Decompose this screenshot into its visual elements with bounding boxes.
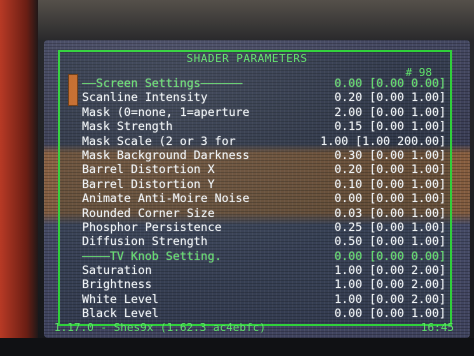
parameter-value: 1.00 [1.00 200.00] <box>320 133 446 148</box>
parameter-value: 0.03 [0.00 1.00] <box>334 205 446 220</box>
parameter-value: 1.00 [0.00 2.00] <box>334 291 446 306</box>
parameter-label: Animate Anti-Moire Noise <box>82 191 250 206</box>
parameter-label: Mask (0=none, 1=aperture <box>82 104 250 119</box>
parameter-value: 0.00 [0.00 0.00] <box>334 76 446 90</box>
parameter-row[interactable]: Barrel Distortion Y 0.10 [0.00 1.00] <box>82 177 448 191</box>
parameter-value: 0.00 [0.00 0.00] <box>334 248 446 263</box>
parameter-label: Diffusion Strength <box>82 234 208 249</box>
parameter-value: 0.20 [0.00 1.00] <box>334 162 446 177</box>
parameter-value: 0.10 [0.00 1.00] <box>334 176 446 191</box>
parameter-value: 0.20 [0.00 1.00] <box>334 90 446 105</box>
parameter-label: ————TV Knob Setting. <box>82 248 222 263</box>
menu-title: SHADER PARAMETERS <box>186 52 308 65</box>
shader-parameters-menu: SHADER PARAMETERS # 98 ——Screen Settings… <box>58 50 452 326</box>
parameter-row[interactable]: Barrel Distortion X 0.20 [0.00 1.00] <box>82 162 448 176</box>
parameter-label: Mask Scale (2 or 3 for <box>82 133 236 148</box>
parameter-row[interactable]: Animate Anti-Moire Noise 0.00 [0.00 1.00] <box>82 191 448 205</box>
parameter-label: ——Screen Settings—————— <box>82 76 243 90</box>
parameter-list: ——Screen Settings—————— 0.00 [0.00 0.00] S… <box>82 76 448 321</box>
parameter-value: 0.00 [0.00 1.00] <box>334 191 446 206</box>
parameter-row[interactable]: Diffusion Strength 0.50 [0.00 1.00] <box>82 234 448 248</box>
parameter-label: Barrel Distortion Y <box>82 176 215 191</box>
parameter-value: 0.00 [0.00 1.00] <box>334 306 446 321</box>
parameter-label: Brightness <box>82 277 152 292</box>
parameter-row[interactable]: Saturation 1.00 [0.00 2.00] <box>82 263 448 277</box>
parameter-label: Saturation <box>82 263 152 278</box>
parameter-row[interactable]: Rounded Corner Size 0.03 [0.00 1.00] <box>82 206 448 220</box>
parameter-label: Scanline Intensity <box>82 90 208 105</box>
parameter-label: Mask Background Darkness <box>82 147 250 162</box>
parameter-label: Mask Strength <box>82 119 173 134</box>
parameter-value: 1.00 [0.00 2.00] <box>334 277 446 292</box>
parameter-label: Rounded Corner Size <box>82 205 215 220</box>
parameter-label: Barrel Distortion X <box>82 162 215 177</box>
parameter-row[interactable]: Mask Scale (2 or 3 for 1.00 [1.00 200.00] <box>82 134 448 148</box>
device-left-bezel <box>0 0 38 356</box>
parameter-value: 0.25 [0.00 1.00] <box>334 219 446 234</box>
section-header-row[interactable]: ————TV Knob Setting. 0.00 [0.00 0.00] <box>82 249 448 263</box>
clock-label: 16:45 <box>420 321 454 334</box>
parameter-label: Phosphor Persistence <box>82 219 222 234</box>
parameter-row[interactable]: Brightness 1.00 [0.00 2.00] <box>82 277 448 291</box>
parameter-row[interactable]: Scanline Intensity 0.20 [0.00 1.00] <box>82 90 448 104</box>
parameter-label: White Level <box>82 291 159 306</box>
parameter-row[interactable]: Mask Strength 0.15 [0.00 1.00] <box>82 119 448 133</box>
parameter-row[interactable]: Black Level 0.00 [0.00 1.00] <box>82 306 448 320</box>
parameter-label: Black Level <box>82 306 159 321</box>
parameter-row[interactable]: Mask (0=none, 1=aperture 2.00 [0.00 1.00] <box>82 105 448 119</box>
version-label: 1.17.0 - Shes9x (1.62.3 ac4ebfc) <box>54 321 266 334</box>
parameter-value: 2.00 [0.00 1.00] <box>334 104 446 119</box>
parameter-row[interactable]: Mask Background Darkness 0.30 [0.00 1.00] <box>82 148 448 162</box>
device-top-bezel <box>0 0 474 40</box>
scrollbar-thumb[interactable] <box>68 74 78 106</box>
device-screen: SHADER PARAMETERS # 98 ——Screen Settings… <box>44 40 470 338</box>
section-header-row[interactable]: ——Screen Settings—————— 0.00 [0.00 0.00] <box>82 76 448 90</box>
parameter-row[interactable]: Phosphor Persistence 0.25 [0.00 1.00] <box>82 220 448 234</box>
parameter-value: 1.00 [0.00 2.00] <box>334 263 446 278</box>
device-bottom-bezel <box>0 338 474 356</box>
parameter-value: 0.15 [0.00 1.00] <box>334 119 446 134</box>
parameter-value: 0.30 [0.00 1.00] <box>334 147 446 162</box>
parameter-value: 0.50 [0.00 1.00] <box>334 234 446 249</box>
parameter-row[interactable]: White Level 1.00 [0.00 2.00] <box>82 292 448 306</box>
